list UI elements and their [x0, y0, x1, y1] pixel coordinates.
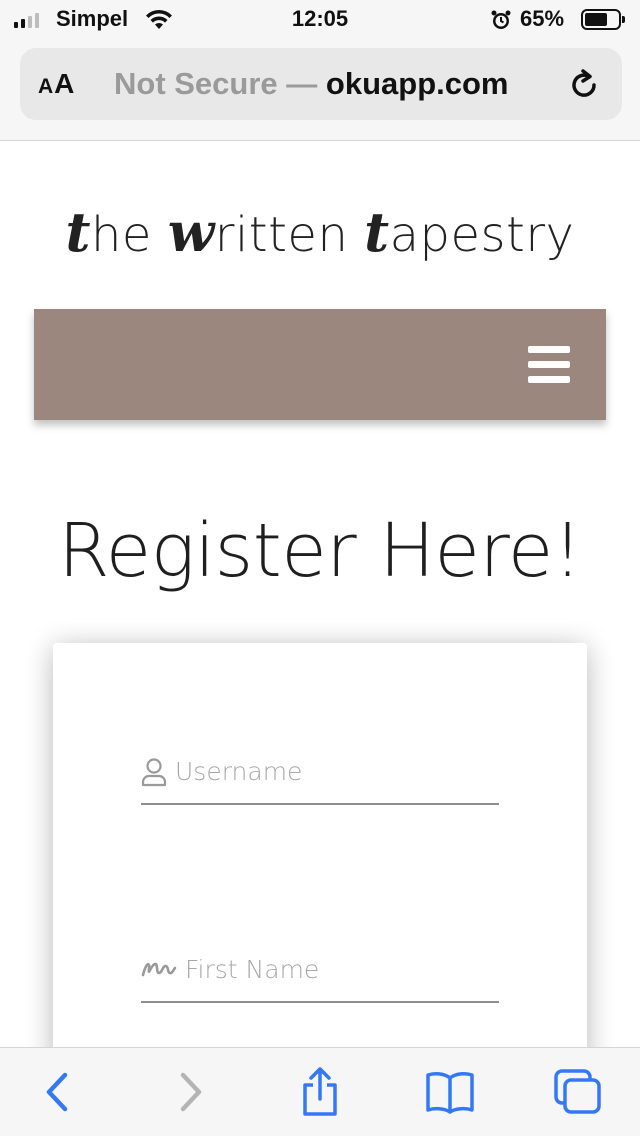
back-icon[interactable]	[28, 1066, 88, 1118]
bookmarks-icon[interactable]	[420, 1066, 480, 1118]
battery-icon	[581, 9, 625, 30]
url-field[interactable]: Not Secure — okuapp.com	[114, 66, 546, 102]
hamburger-menu-icon[interactable]	[528, 346, 572, 384]
title-part: apestry	[389, 207, 575, 263]
first-name-field[interactable]	[141, 941, 505, 1003]
address-bar[interactable]: AA Not Secure — okuapp.com	[20, 48, 622, 120]
signature-icon	[141, 955, 177, 988]
browser-address-area: AA Not Secure — okuapp.com	[0, 40, 640, 141]
domain-text: okuapp.com	[325, 66, 509, 101]
username-input[interactable]	[175, 749, 495, 793]
text-size-button[interactable]: AA	[38, 68, 75, 100]
forward-icon[interactable]	[160, 1066, 220, 1118]
share-icon[interactable]	[290, 1066, 350, 1118]
alarm-icon	[490, 9, 512, 36]
navbar	[34, 309, 606, 420]
user-icon	[141, 757, 167, 792]
title-part: ritten	[214, 207, 365, 263]
browser-toolbar	[0, 1047, 640, 1136]
title-initial-t: t	[65, 200, 91, 264]
username-field[interactable]	[141, 743, 499, 805]
battery-percentage: 65%	[520, 6, 565, 31]
first-name-input[interactable]	[185, 947, 505, 991]
title-initial-w: w	[167, 200, 215, 264]
tabs-icon[interactable]	[548, 1066, 608, 1118]
title-initial-t: t	[364, 200, 390, 264]
title-part: he	[90, 207, 168, 263]
security-warning: Not Secure —	[114, 66, 318, 101]
page-title: Register Here!	[58, 508, 582, 594]
site-logo-title[interactable]: the written tapestry	[0, 200, 640, 264]
reload-icon[interactable]	[568, 68, 602, 107]
status-bar: Simpel 12:05 65%	[0, 0, 640, 40]
